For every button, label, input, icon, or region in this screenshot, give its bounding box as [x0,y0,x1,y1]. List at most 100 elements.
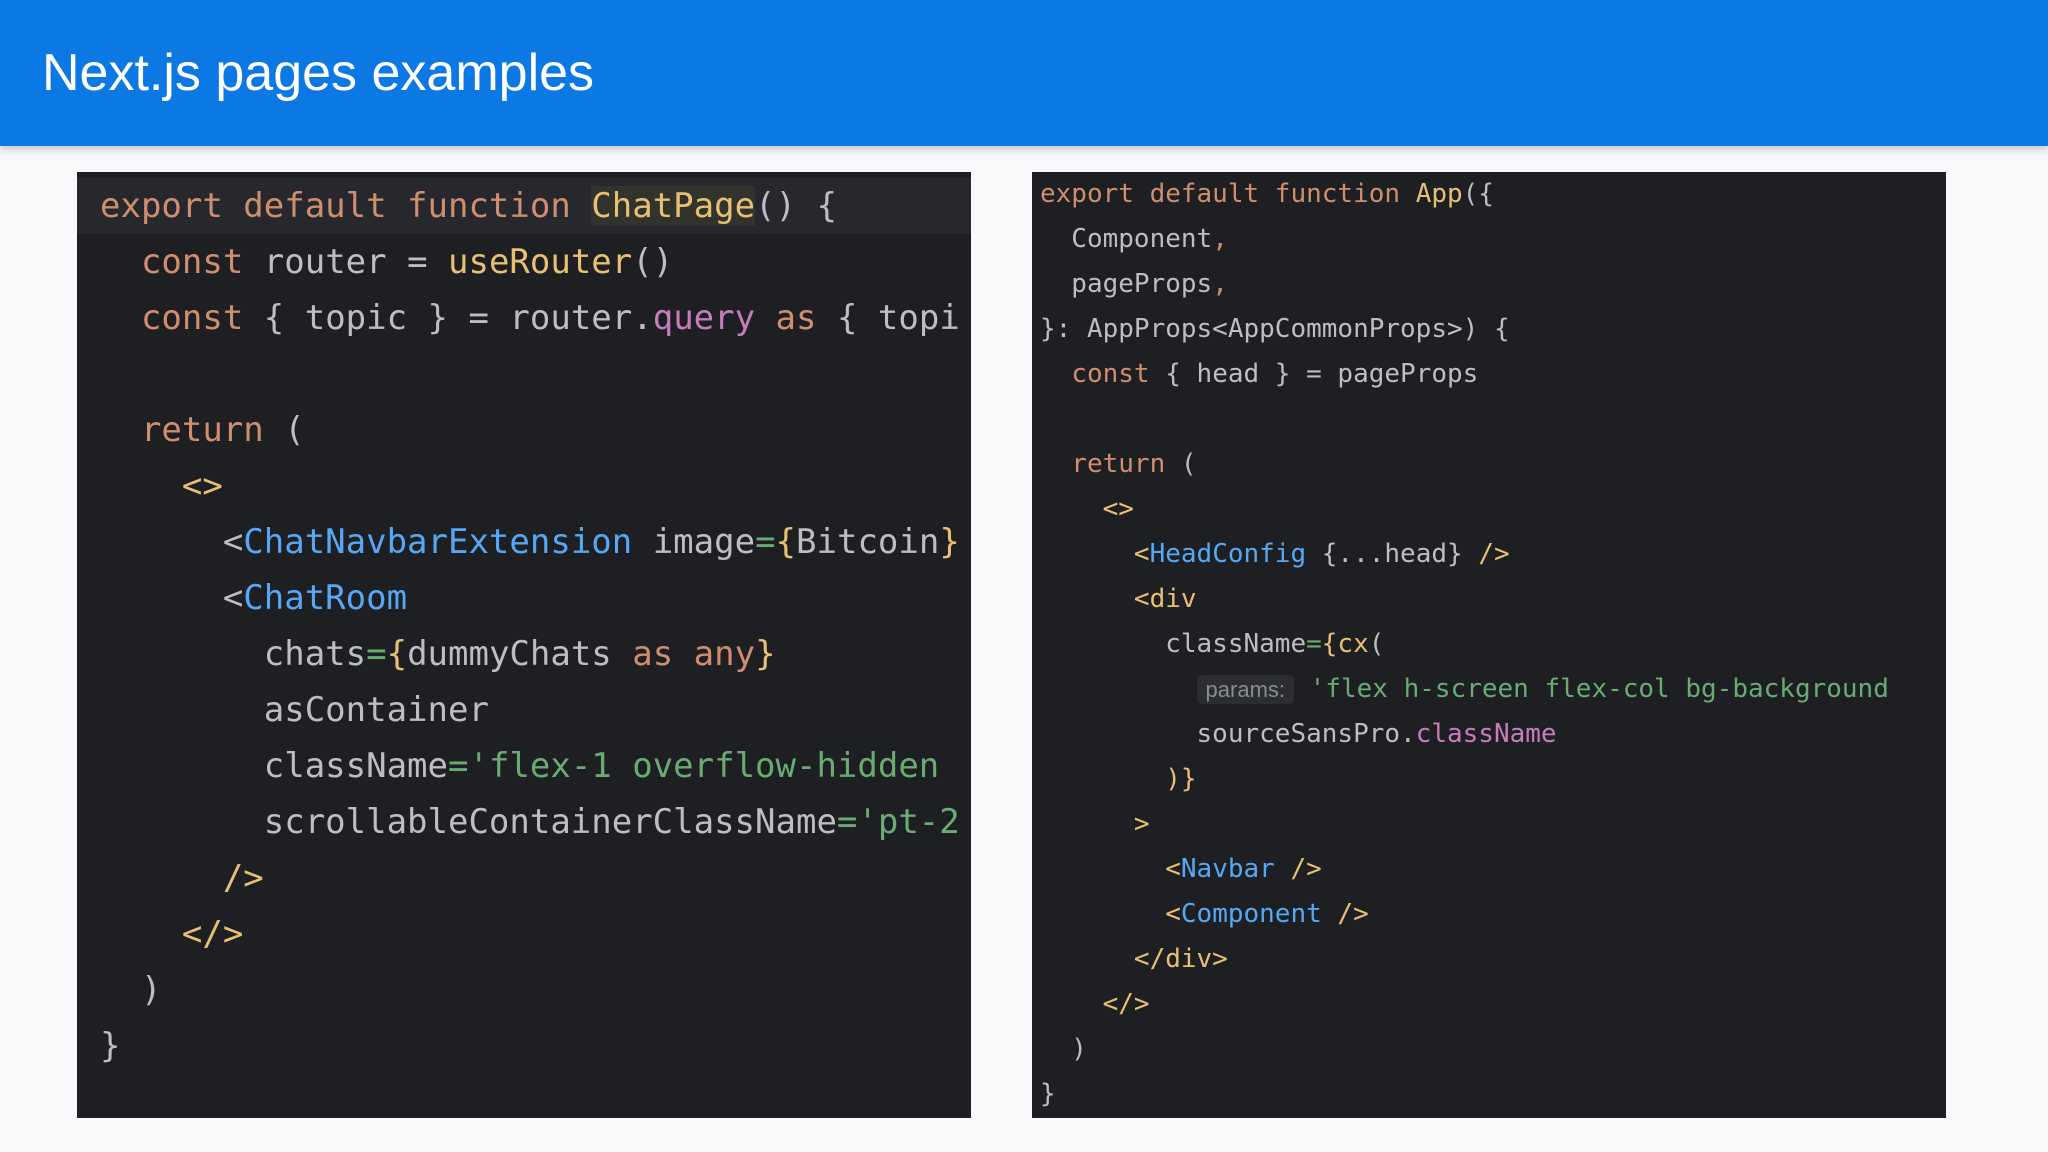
code-token: = [366,634,387,674]
code-line: } [100,1018,120,1074]
code-line: export default function ChatPage() { [100,178,837,234]
code-token: () { [755,186,837,226]
code-token: export default function [1040,179,1416,209]
code-token: ChatRoom [243,578,408,618]
code-line: /> [100,850,264,906]
code-token: ChatNavbarExtension [243,522,633,562]
code-line: )} [1040,757,1197,802]
code-token: className [1415,719,1557,749]
code-token: () [632,242,674,282]
code-token: </> [100,914,244,954]
code-token: = [755,522,776,562]
code-line: <ChatNavbarExtension image={Bitcoin} [100,514,960,570]
code-token: ='flex-1 overflow-hidden [448,746,940,786]
code-token: asContainer [100,690,489,730]
code-token: < [1040,584,1150,614]
code-token: {...head} [1306,539,1479,569]
code-line: chats={dummyChats as any} [100,626,776,682]
code-line: <Navbar /> [1040,847,1322,892]
code-token: , [1212,269,1228,299]
code-line: return ( [100,402,305,458]
code-token: ({ [1462,179,1494,209]
code-line: <HeadConfig {...head} /> [1040,532,1510,577]
code-token: const [140,298,264,338]
code-token: export default function [100,186,592,226]
code-line: }: AppProps<AppCommonProps>) { [1040,307,1510,352]
code-line: return ( [1040,442,1197,487]
code-line: export default function App({ [1040,172,1494,217]
code-token: scrollableContainerClassName [100,802,837,842]
code-token: > [1040,809,1150,839]
code-token: ChatPage [591,186,756,226]
code-token: const [1071,359,1166,389]
slide-title: Next.js pages examples [42,44,595,102]
code-token: return [140,410,285,450]
slide-header: Next.js pages examples [0,0,2048,146]
code-token: ) [1040,1034,1087,1064]
code-line: </> [1040,982,1150,1027]
code-token: className [1040,629,1307,659]
code-token: { [1321,629,1338,659]
code-token: pageProps [1040,269,1213,299]
code-token: , [1212,224,1228,254]
code-token: { [386,634,408,674]
code-token: Component [1180,899,1322,929]
code-line: } [1040,1072,1056,1117]
code-token: return [1071,449,1181,479]
code-line: ) [1040,1027,1087,1072]
code-token: < [1040,539,1150,569]
code-token: router = [263,242,449,282]
code-line: <div [1040,577,1197,622]
code-token: < [1040,899,1181,929]
code-token: ='pt-2 [836,802,960,842]
code-line: className='flex-1 overflow-hidden [100,738,940,794]
code-token: as any [611,634,756,674]
code-token: chats [100,634,367,674]
code-token: )} [1040,764,1197,794]
code-token: dummyChats [407,634,612,674]
code-line: scrollableContainerClassName='pt-2 [100,794,960,850]
code-token: } [100,1026,121,1066]
code-token: </div> [1040,944,1228,974]
overflow-fade [1926,172,1946,1118]
code-token: ( [1180,449,1197,479]
code-token: { topic } = router. [263,298,653,338]
right-code-editor: export default function App({ Component,… [1032,172,1946,1118]
code-token: 'flex h-screen flex-col bg-background [1294,674,1889,704]
code-token: Bitcoin [796,522,940,562]
code-token: < [100,578,244,618]
code-line: asContainer [100,682,489,738]
code-token: query [652,298,756,338]
code-line: Component, [1040,217,1228,262]
code-token: } [1040,1079,1056,1109]
code-token: as [755,298,837,338]
code-line: const router = useRouter() [100,234,673,290]
code-line: className={cx( [1040,622,1384,667]
code-token: { [775,522,797,562]
code-token: ( [284,410,305,450]
code-line: params: 'flex h-screen flex-col bg-backg… [1040,667,1889,712]
code-token: /> [1274,854,1322,884]
code-line: > [1040,802,1150,847]
code-line: const { head } = pageProps [1040,352,1478,397]
code-line: pageProps, [1040,262,1228,307]
code-token: { topi [836,298,960,338]
code-token: div [1149,584,1197,614]
code-token: } [939,522,960,562]
code-line: </div> [1040,937,1228,982]
code-line: <ChatRoom [100,570,407,626]
code-token: <> [181,466,223,506]
code-token: < [100,522,244,562]
code-token: Navbar [1180,854,1275,884]
code-token: useRouter [448,242,633,282]
parameter-hint: params: [1196,675,1295,704]
code-token: ) [100,970,162,1010]
code-line: ) [100,962,161,1018]
